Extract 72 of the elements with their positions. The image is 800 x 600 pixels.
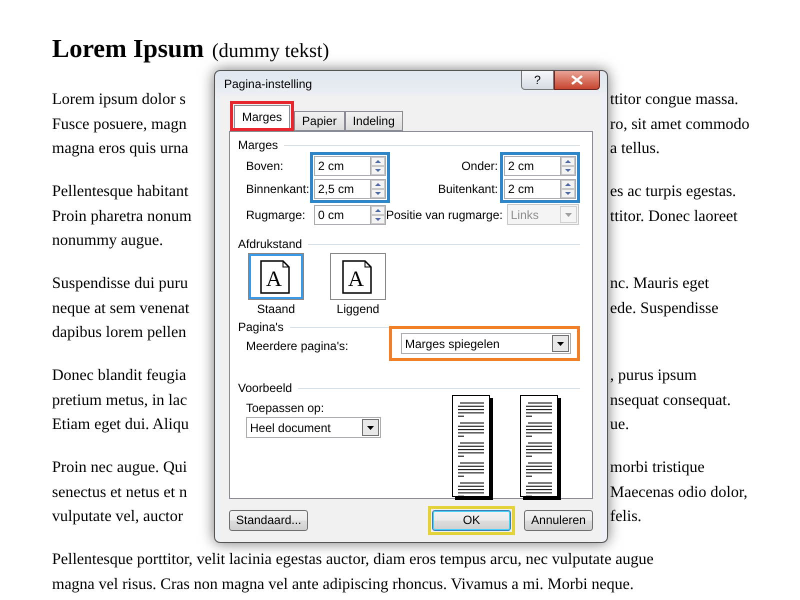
- help-button[interactable]: ?: [521, 71, 554, 90]
- dialog-button[interactable]: OK: [432, 510, 511, 530]
- close-button[interactable]: [554, 71, 600, 90]
- spinner-arrows-icon[interactable]: [370, 204, 386, 224]
- paragraph-text: senectus et netus et n: [52, 484, 188, 500]
- paragraph-text: ttitor. Donec laoreet: [610, 208, 738, 224]
- paragraph-text: a tellus.: [610, 140, 660, 157]
- spinner-arrows-icon[interactable]: [370, 156, 386, 176]
- spin-field[interactable]: 2,5 cm: [314, 179, 370, 199]
- field-label: Buitenkant:: [438, 182, 498, 196]
- dialog-title: Pagina-instelling: [224, 77, 312, 91]
- paragraph-text: Lorem ipsum dolor s: [52, 91, 186, 108]
- spin-field[interactable]: 2 cm: [314, 156, 370, 176]
- field-label: Rugmarge:: [246, 208, 306, 222]
- paragraph-text: neque at sem venenat: [52, 300, 190, 316]
- orientation-option[interactable]: A: [330, 253, 386, 300]
- document-heading: Lorem Ipsum: [52, 33, 204, 65]
- tab[interactable]: Marges: [234, 105, 290, 128]
- document-subtitle: (dummy tekst): [212, 39, 330, 64]
- paragraph-text: nc. Mauris eget: [610, 275, 710, 292]
- field-label: Onder:: [460, 159, 498, 173]
- paragraph-text: Donec blandit feugia: [52, 367, 186, 384]
- field-label: Toepassen op:: [246, 401, 326, 415]
- dialog-button[interactable]: Standaard...: [229, 510, 308, 530]
- spin-field[interactable]: 2 cm: [504, 179, 560, 199]
- paragraph-text: magna vel risus. Cras non magna vel ante adipiscing rhoncus. Vivamus a mi. Morbi neque.: [52, 576, 634, 592]
- paragraph-text: Suspendisse dui puru: [52, 275, 188, 292]
- paragraph-text: , purus ipsum: [610, 367, 697, 384]
- paragraph-text: Etiam eget dui. Aliqu: [52, 416, 189, 433]
- paragraph-text: es ac turpis egestas.: [610, 183, 736, 200]
- tab[interactable]: Indeling: [344, 111, 403, 131]
- section-title: Voorbeeld: [238, 381, 292, 395]
- spinner-arrows-icon[interactable]: [560, 179, 576, 199]
- page-icon: A: [341, 258, 375, 294]
- dialog-button[interactable]: Annuleren: [524, 510, 593, 530]
- section-title: Pagina's: [238, 320, 284, 334]
- close-icon: [571, 75, 583, 85]
- paragraph-text: nsequat consequat.: [610, 392, 731, 408]
- orientation-label: Staand: [256, 302, 296, 316]
- tab[interactable]: Papier: [294, 111, 345, 131]
- field-label: Boven:: [246, 159, 284, 173]
- paragraph-text: ue.: [610, 416, 630, 433]
- field-label: Positie van rugmarge:: [386, 208, 503, 222]
- paragraph-text: ede. Suspendisse: [610, 300, 718, 316]
- paragraph-text: Pellentesque habitant: [52, 183, 188, 200]
- paragraph-text: felis.: [610, 508, 642, 525]
- paragraph-text: Proin pharetra nonum: [52, 208, 192, 224]
- paragraph-text: vulputate vel, auctor: [52, 508, 184, 525]
- section-title: Marges: [238, 138, 278, 152]
- field-label: Binnenkant:: [246, 182, 308, 196]
- paragraph-text: dapibus lorem pellen: [52, 324, 186, 341]
- orientation-label: Liggend: [336, 302, 380, 316]
- dropdown[interactable]: Marges spiegelen: [401, 333, 571, 354]
- paragraph-text: Proin nec augue. Qui: [52, 459, 188, 476]
- paragraph-text: ro, sit amet commodo: [610, 116, 750, 132]
- spinner-arrows-icon[interactable]: [370, 179, 386, 199]
- page-icon: A: [259, 258, 293, 294]
- field-label: Meerdere pagina's:: [246, 338, 348, 352]
- paragraph-text: morbi tristique: [610, 459, 705, 476]
- spinner-arrows-icon[interactable]: [560, 156, 576, 176]
- paragraph-text: Maecenas odio dolor,: [610, 484, 748, 500]
- paragraph-text: magna eros quis urna: [52, 140, 188, 157]
- paragraph-text: pretium metus, in lac: [52, 392, 188, 408]
- section-title: Afdrukstand: [238, 237, 302, 251]
- paragraph-text: ttitor congue massa.: [610, 91, 738, 108]
- orientation-option[interactable]: A: [248, 253, 304, 300]
- dropdown[interactable]: Heel document: [246, 417, 381, 438]
- paragraph-text: Pellentesque porttitor, velit lacinia egestas auctor, diam eros tempus arcu, nec vulputate augue: [52, 551, 654, 568]
- paragraph-text: nonummy augue.: [52, 232, 164, 249]
- spin-field[interactable]: 2 cm: [504, 156, 560, 176]
- spin-field[interactable]: 0 cm: [314, 204, 370, 224]
- paragraph-text: Fusce posuere, magn: [52, 116, 187, 132]
